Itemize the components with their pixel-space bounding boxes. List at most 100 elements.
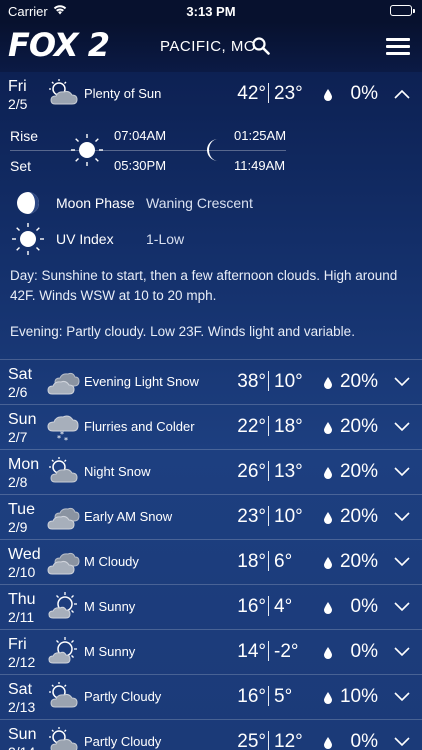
set-label: Set <box>10 158 32 174</box>
raindrop-icon <box>324 511 332 529</box>
forecast-row[interactable]: Sun 2/14 Partly Cloudy 25° 12° 0% <box>0 720 422 750</box>
chevron-down-icon[interactable] <box>394 419 410 437</box>
raindrop-icon <box>324 88 332 106</box>
moonrise-time: 01:25AM <box>234 128 287 143</box>
precip-chance: 0% <box>350 596 378 617</box>
forecast-row[interactable]: Fri 2/12 M Sunny 14° -2° 0% <box>0 630 422 675</box>
chevron-down-icon[interactable] <box>394 734 410 750</box>
high-temp: 16° <box>237 686 266 707</box>
day-date: 2/12 <box>8 654 36 670</box>
chevron-down-icon[interactable] <box>394 599 410 617</box>
fox2-logo[interactable]: FOX 2 <box>8 26 110 64</box>
search-icon[interactable] <box>252 37 270 60</box>
raindrop-icon <box>324 421 332 439</box>
low-temp: 10° <box>274 371 303 392</box>
moon-phase-label: Moon Phase <box>56 195 135 211</box>
snow-cloud-icon: * * * <box>45 411 81 450</box>
forecast-row[interactable]: Sat 2/13 Partly Cloudy 16° 5° 10% <box>0 675 422 720</box>
low-temp: 6° <box>274 551 293 572</box>
divider <box>10 150 286 151</box>
day-name: Sat <box>8 366 33 383</box>
forecast-row[interactable]: Tue 2/9 Early AM Snow 23° 10° 20% <box>0 495 422 540</box>
day-narrative-text: : Sunshine to start, then a few afternoo… <box>10 268 398 303</box>
chevron-up-icon[interactable] <box>394 86 410 104</box>
low-temp: 5° <box>274 686 293 707</box>
partly-cloudy-icon <box>45 456 81 493</box>
day-date: 2/5 <box>8 96 28 112</box>
low-temp: 12° <box>274 731 303 750</box>
uv-index-value: 1-Low <box>146 231 185 247</box>
temp-separator <box>268 461 269 481</box>
chevron-down-icon[interactable] <box>394 644 410 662</box>
cloud-icon <box>45 546 81 583</box>
day-date: 2/10 <box>8 564 36 580</box>
temp-separator <box>268 83 269 103</box>
forecast-row[interactable]: Mon 2/8 Night Snow 26° 13° 20% <box>0 450 422 495</box>
day-date: 2/6 <box>8 384 28 400</box>
moon-phase-row: Moon Phase Waning Crescent <box>0 188 422 218</box>
location-label[interactable]: PACIFIC, MO <box>160 38 256 55</box>
high-temp: 18° <box>237 551 266 572</box>
high-temp: 38° <box>237 371 266 392</box>
chevron-down-icon[interactable] <box>394 554 410 572</box>
sun-icon <box>70 133 104 172</box>
temp-separator <box>268 686 269 706</box>
temp-separator <box>268 641 269 661</box>
raindrop-icon <box>324 466 332 484</box>
day-name: Tue <box>8 501 35 518</box>
precip-chance: 20% <box>339 461 378 482</box>
day-name: Fri <box>8 636 27 653</box>
day-date: 2/11 <box>8 609 35 625</box>
hamburger-menu-icon[interactable] <box>386 38 410 56</box>
day-name: Thu <box>8 591 36 608</box>
condition-text: Partly Cloudy <box>84 689 162 704</box>
evening-narrative-text: : Partly cloudy. Low 23F. Winds light an… <box>58 324 355 339</box>
chevron-down-icon[interactable] <box>394 509 410 527</box>
condition-text: Plenty of Sun <box>84 86 162 101</box>
raindrop-icon <box>324 601 332 619</box>
temp-separator <box>268 416 269 436</box>
high-temp: 22° <box>237 416 266 437</box>
high-temp: 14° <box>237 641 266 662</box>
sun-moon-times: Rise Set 07:04AM 05:30PM 01:25AM 11:49AM <box>0 122 422 182</box>
forecast-row[interactable]: Sat 2/6 Evening Light Snow 38° 10° 20% <box>0 360 422 405</box>
forecast-row[interactable]: Sun 2/7 * * * Flurries and Colder 22° 18° … <box>0 405 422 450</box>
high-temp: 16° <box>237 596 266 617</box>
raindrop-icon <box>324 736 332 750</box>
temp-separator <box>268 506 269 526</box>
partly-cloudy-icon <box>45 681 81 718</box>
raindrop-icon <box>324 646 332 664</box>
precip-chance: 20% <box>339 416 378 437</box>
moon-phase-icon <box>15 190 41 221</box>
precip-chance: 0% <box>350 641 378 662</box>
forecast-row[interactable]: Thu 2/11 M Sunny 16° 4° 0% <box>0 585 422 630</box>
high-temp: 23° <box>237 506 266 527</box>
today-summary-row[interactable]: Fri 2/5 Plenty of Sun 42° 23° 0% <box>0 72 422 117</box>
raindrop-icon <box>324 556 332 574</box>
status-bar: Carrier 3:13 PM <box>0 0 422 22</box>
moon-phase-value: Waning Crescent <box>146 195 253 211</box>
day-name: Wed <box>8 546 41 563</box>
condition-text: Evening Light Snow <box>84 374 199 389</box>
precip-chance: 0% <box>350 83 378 104</box>
partly-cloudy-icon <box>45 78 81 115</box>
low-temp: 18° <box>274 416 303 437</box>
day-name: Fri <box>8 78 27 95</box>
forecast-row[interactable]: Wed 2/10 M Cloudy 18° 6° 20% <box>0 540 422 585</box>
day-name: Mon <box>8 456 40 473</box>
uv-index-label: UV Index <box>56 231 114 247</box>
moon-crescent-icon <box>202 137 226 168</box>
day-date: 2/13 <box>8 699 36 715</box>
day-name: Sat <box>8 681 33 698</box>
condition-text: Early AM Snow <box>84 509 173 524</box>
raindrop-icon <box>324 691 332 709</box>
condition-text: Flurries and Colder <box>84 419 195 434</box>
chevron-down-icon[interactable] <box>394 464 410 482</box>
cloud-icon <box>45 366 81 403</box>
day-narrative: Day: Sunshine to start, then a few after… <box>10 266 412 306</box>
high-temp: 42° <box>237 83 266 104</box>
precip-chance: 20% <box>339 371 378 392</box>
chevron-down-icon[interactable] <box>394 689 410 707</box>
chevron-down-icon[interactable] <box>394 374 410 392</box>
day-name: Sun <box>8 411 37 428</box>
